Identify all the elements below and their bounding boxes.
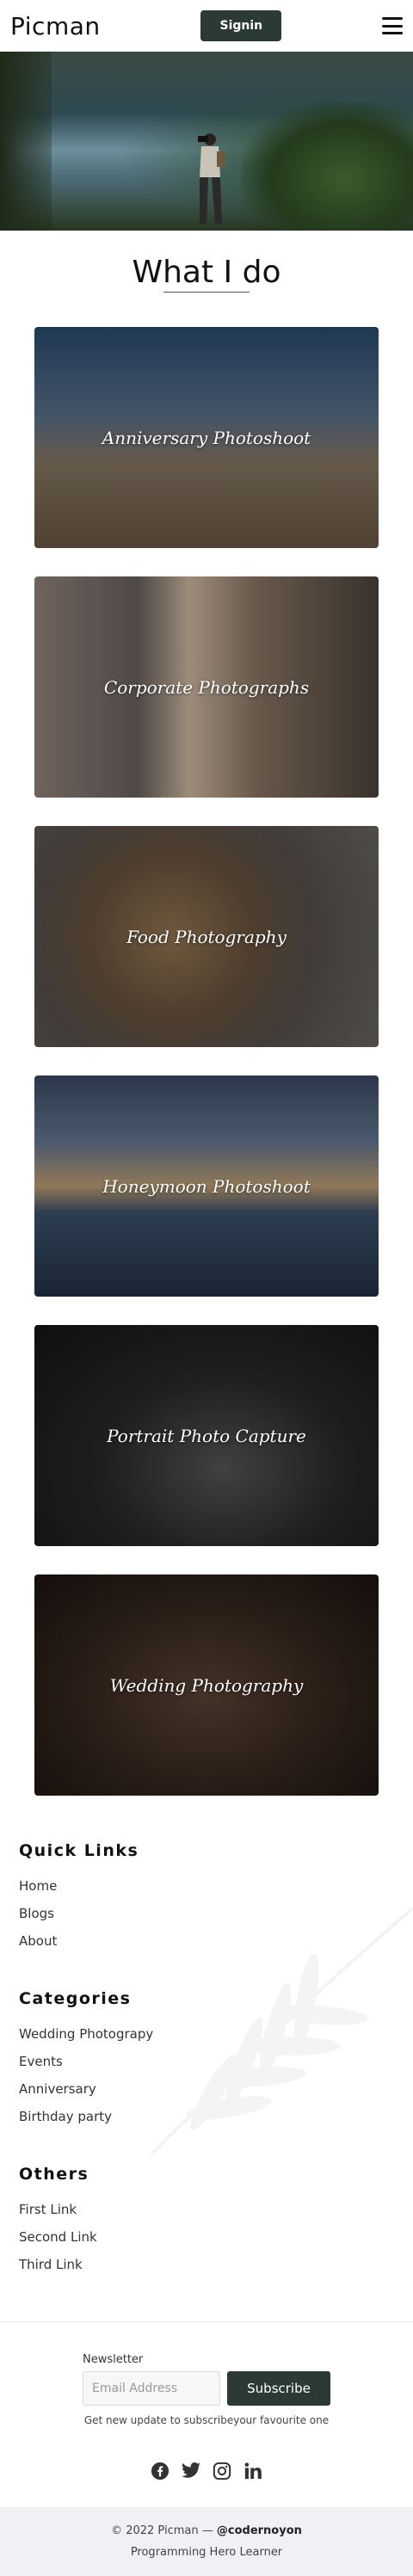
title-underline <box>163 292 250 293</box>
footer-link-anniversary[interactable]: Anniversary <box>19 2075 394 2103</box>
footer-links: Quick Links Home Blogs About Categories … <box>0 1824 413 2321</box>
service-card-label: Food Photography <box>126 926 287 947</box>
social-links <box>0 2444 413 2507</box>
service-card-food[interactable]: Food Photography <box>34 826 379 1047</box>
footer-link-second[interactable]: Second Link <box>19 2223 394 2251</box>
group-title: Others <box>19 2165 89 2184</box>
footer-link-blogs[interactable]: Blogs <box>19 1900 394 1927</box>
group-title: Categories <box>19 1989 132 2008</box>
hero-tree <box>0 52 52 231</box>
facebook-icon[interactable] <box>150 2461 170 2481</box>
hero-photographer-figure <box>198 133 225 224</box>
service-card-label: Anniversary Photoshoot <box>102 427 311 448</box>
service-card-label: Corporate Photographs <box>103 676 310 698</box>
copyright-text: © 2022 Picman — @codernoyon <box>111 2524 302 2537</box>
twitter-icon[interactable] <box>181 2461 201 2481</box>
learner-text: Programming Hero Learner <box>130 2546 283 2559</box>
footer-link-about[interactable]: About <box>19 1927 394 1955</box>
signin-button[interactable]: Signin <box>200 10 282 41</box>
subscribe-button[interactable]: Subscribe <box>227 2371 330 2406</box>
instagram-icon[interactable] <box>212 2461 232 2481</box>
services-section: What I do Anniversary Photoshoot Corpora… <box>0 231 413 1796</box>
hero-banner <box>0 52 413 231</box>
footer-link-events[interactable]: Events <box>19 2048 394 2075</box>
service-card-wedding[interactable]: Wedding Photography <box>34 1575 379 1796</box>
group-title: Quick Links <box>19 1841 139 1860</box>
service-card-portrait[interactable]: Portrait Photo Capture <box>34 1325 379 1546</box>
quick-links-group: Quick Links Home Blogs About <box>19 1841 394 1955</box>
footer-link-wedding[interactable]: Wedding Photograpy <box>19 2020 394 2048</box>
service-card-anniversary[interactable]: Anniversary Photoshoot <box>34 327 379 548</box>
others-group: Others First Link Second Link Third Link <box>19 2165 394 2278</box>
hamburger-menu-icon[interactable] <box>382 17 403 34</box>
categories-group: Categories Wedding Photograpy Events Ann… <box>19 1989 394 2130</box>
newsletter-section: Newsletter Subscribe Get new update to s… <box>0 2322 413 2444</box>
hero-foliage <box>241 102 413 231</box>
section-title: What I do <box>132 255 281 290</box>
newsletter-note: Get new update to subscribeyour favourit… <box>83 2414 330 2426</box>
service-card-label: Honeymoon Photoshoot <box>102 1175 311 1197</box>
footer-link-home[interactable]: Home <box>19 1872 394 1900</box>
service-card-corporate[interactable]: Corporate Photographs <box>34 576 379 798</box>
service-card-label: Portrait Photo Capture <box>107 1425 306 1446</box>
author-handle[interactable]: @codernoyon <box>217 2524 302 2537</box>
footer-link-birthday[interactable]: Birthday party <box>19 2103 394 2130</box>
brand-logo[interactable]: Picman <box>10 12 101 40</box>
linkedin-icon[interactable] <box>243 2461 263 2481</box>
navbar: Picman Signin <box>0 0 413 52</box>
copyright-prefix: © 2022 Picman — <box>111 2524 217 2537</box>
bottom-bar: © 2022 Picman — @codernoyon Programming … <box>0 2507 413 2576</box>
newsletter-email-input[interactable] <box>83 2371 220 2406</box>
newsletter-label: Newsletter <box>83 2353 144 2366</box>
service-card-honeymoon[interactable]: Honeymoon Photoshoot <box>34 1075 379 1297</box>
footer-link-third[interactable]: Third Link <box>19 2251 394 2278</box>
service-card-label: Wedding Photography <box>109 1674 304 1696</box>
footer-link-first[interactable]: First Link <box>19 2196 394 2223</box>
